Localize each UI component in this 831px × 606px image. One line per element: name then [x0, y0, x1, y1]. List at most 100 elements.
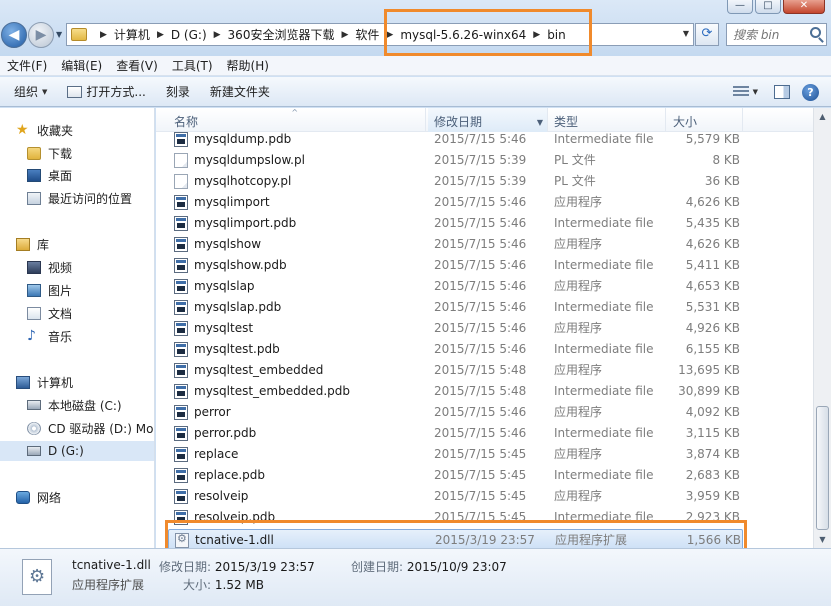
file-type: 应用程序	[554, 489, 603, 503]
file-row[interactable]: mysqlshow 2015/7/15 5:46 应用程序 4,626 KB	[168, 234, 743, 255]
pdb-icon	[174, 258, 188, 273]
file-date: 2015/7/15 5:46	[434, 321, 527, 335]
search-box[interactable]	[726, 23, 827, 46]
file-name: mysqltest	[194, 321, 254, 335]
file-row[interactable]: mysqldump.pdb 2015/7/15 5:46 Intermediate …	[168, 129, 743, 150]
file-size: 6,155 KB	[685, 342, 740, 356]
back-button[interactable]: ◀	[1, 22, 27, 48]
computer-icon	[16, 375, 30, 389]
nav-pictures[interactable]: 图片	[0, 280, 154, 300]
file-row[interactable]: mysqldumpslow.pl 2015/7/15 5:39 PL 文件 8 KB	[168, 150, 743, 171]
forward-button[interactable]: ▶	[28, 22, 54, 48]
file-row[interactable]: resolveip 2015/7/15 5:45 应用程序 3,959 KB	[168, 486, 743, 507]
refresh-button[interactable]: ⟳	[695, 23, 719, 46]
breadcrumb-separator-icon[interactable]: ▶	[341, 30, 348, 40]
file-type: PL 文件	[554, 153, 596, 167]
nav-desktop[interactable]: 桌面	[0, 165, 154, 185]
menu-bar: 文件(F) 编辑(E) 查看(V) 工具(T) 帮助(H)	[0, 56, 831, 76]
view-options-chevron-icon[interactable]: ▼	[753, 88, 758, 96]
downloads-folder-icon	[27, 146, 41, 160]
file-list: ^ 名称 修改日期 ▼ 类型 大小 mysqldump.pdb 2015/7/15…	[156, 108, 813, 548]
minimize-button[interactable]: —	[727, 0, 753, 14]
file-row[interactable]: mysqlslap 2015/7/15 5:46 应用程序 4,653 KB	[168, 276, 743, 297]
organize-button[interactable]: 组织 ▼	[0, 83, 57, 100]
file-row[interactable]: mysqlslap.pdb 2015/7/15 5:46 Intermediate …	[168, 297, 743, 318]
file-row[interactable]: mysqlhotcopy.pl 2015/7/15 5:39 PL 文件 36 KB	[168, 171, 743, 192]
scroll-up-icon[interactable]: ▲	[814, 108, 831, 125]
scroll-thumb[interactable]	[816, 406, 829, 530]
file-row[interactable]: replace.pdb 2015/7/15 5:45 Intermediate fi…	[168, 465, 743, 486]
nav-cd-drive[interactable]: CD 驱动器 (D:) Mo	[0, 418, 154, 438]
nav-label: 图片	[48, 283, 73, 298]
size-value: 1.52 MB	[214, 578, 264, 592]
file-size: 4,092 KB	[685, 405, 740, 419]
nav-recent[interactable]: 最近访问的位置	[0, 188, 154, 208]
change-view-icon[interactable]	[732, 86, 749, 98]
pl-icon	[174, 174, 188, 189]
menu-edit[interactable]: 编辑(E)	[54, 57, 109, 74]
file-row[interactable]: perror.pdb 2015/7/15 5:46 Intermediate fil…	[168, 423, 743, 444]
nav-label: 本地磁盘 (C:)	[48, 398, 122, 413]
nav-network[interactable]: 网络	[0, 487, 154, 507]
nav-label: 收藏夹	[37, 123, 74, 138]
breadcrumb-separator-icon[interactable]: ▶	[214, 30, 221, 40]
preview-pane-icon[interactable]	[774, 85, 790, 99]
recent-pages-dropdown-icon[interactable]: ▼	[56, 30, 62, 39]
menu-tools[interactable]: 工具(T)	[165, 57, 220, 74]
breadcrumb-software[interactable]: 软件	[355, 26, 379, 43]
address-bar[interactable]: ▶ 计算机 ▶ D (G:) ▶ 360安全浏览器下载 ▶ 软件 ▶ mysql…	[66, 23, 694, 46]
address-dropdown-icon[interactable]: ▼	[683, 29, 689, 38]
nav-disk-c[interactable]: 本地磁盘 (C:)	[0, 395, 154, 415]
breadcrumb-computer[interactable]: 计算机	[114, 26, 150, 43]
nav-favorites[interactable]: ★ 收藏夹	[0, 120, 154, 140]
menu-help[interactable]: 帮助(H)	[220, 57, 276, 74]
burn-button[interactable]: 刻录	[156, 83, 200, 100]
nav-library[interactable]: 库	[0, 234, 154, 254]
nav-drive-g[interactable]: D (G:)	[0, 441, 154, 461]
file-row[interactable]: mysqlimport 2015/7/15 5:46 应用程序 4,626 KB	[168, 192, 743, 213]
file-date: 2015/7/15 5:46	[434, 426, 527, 440]
exe-icon	[174, 363, 188, 378]
breadcrumb-downloads[interactable]: 360安全浏览器下载	[228, 26, 335, 43]
close-button[interactable]: ✕	[783, 0, 825, 14]
folder-icon	[71, 28, 87, 41]
open-with-icon	[67, 85, 83, 98]
breadcrumb-separator-icon[interactable]: ▶	[100, 30, 107, 40]
scroll-down-icon[interactable]: ▼	[814, 531, 831, 548]
created-value: 2015/10/9 23:07	[406, 560, 507, 574]
file-date: 2015/7/15 5:39	[434, 174, 527, 188]
nav-videos[interactable]: 视频	[0, 257, 154, 277]
nav-music[interactable]: ♪ 音乐	[0, 326, 154, 346]
maximize-button[interactable]: □	[755, 0, 781, 14]
menu-view[interactable]: 查看(V)	[109, 57, 165, 74]
file-row[interactable]: mysqlimport.pdb 2015/7/15 5:46 Intermediat…	[168, 213, 743, 234]
new-folder-button[interactable]: 新建文件夹	[200, 83, 280, 100]
file-type: PL 文件	[554, 174, 596, 188]
help-icon[interactable]: ?	[802, 83, 819, 101]
file-row[interactable]: replace 2015/7/15 5:45 应用程序 3,874 KB	[168, 444, 743, 465]
search-input[interactable]	[727, 24, 805, 45]
nav-downloads[interactable]: 下载	[0, 143, 154, 163]
nav-documents[interactable]: 文档	[0, 303, 154, 323]
file-size: 36 KB	[704, 174, 740, 188]
file-type: 应用程序	[554, 447, 603, 461]
file-row[interactable]: perror 2015/7/15 5:46 应用程序 4,092 KB	[168, 402, 743, 423]
file-date: 2015/7/15 5:46	[434, 216, 527, 230]
nav-computer[interactable]: 计算机	[0, 372, 154, 392]
burn-label: 刻录	[165, 85, 190, 99]
file-row[interactable]: mysqlshow.pdb 2015/7/15 5:46 Intermediate …	[168, 255, 743, 276]
file-date: 2015/7/15 5:46	[434, 279, 527, 293]
file-name: mysqlimport	[194, 195, 270, 209]
search-icon[interactable]	[810, 27, 821, 38]
breadcrumb-drive[interactable]: D (G:)	[171, 28, 207, 42]
column-date-label: 修改日期	[434, 115, 483, 129]
file-row[interactable]: mysqltest.pdb 2015/7/15 5:46 Intermediate …	[168, 339, 743, 360]
vertical-scrollbar[interactable]: ▲ ▼	[813, 108, 831, 548]
file-row[interactable]: mysqltest 2015/7/15 5:46 应用程序 4,926 KB	[168, 318, 743, 339]
menu-file[interactable]: 文件(F)	[0, 57, 54, 74]
file-row[interactable]: mysqltest_embedded.pdb 2015/7/15 5:48 Inte…	[168, 381, 743, 402]
open-with-button[interactable]: 打开方式...	[57, 83, 155, 100]
file-row[interactable]: mysqltest_embedded 2015/7/15 5:48 应用程序 13,6…	[168, 360, 743, 381]
breadcrumb-separator-icon[interactable]: ▶	[157, 30, 164, 40]
file-name: mysqlshow.pdb	[194, 258, 287, 272]
